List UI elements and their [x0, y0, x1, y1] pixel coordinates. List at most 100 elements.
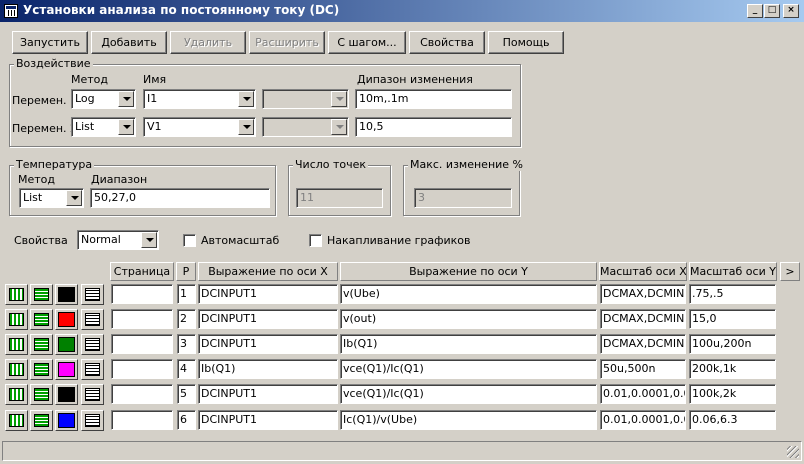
- x-expression-cell[interactable]: Ib(Q1): [198, 359, 338, 379]
- x-grid-toggle-button[interactable]: [5, 334, 28, 355]
- curve-color-button[interactable]: [55, 359, 78, 380]
- curve-color-button[interactable]: [55, 284, 78, 305]
- x-scale-cell[interactable]: DCMAX,DCMIN: [600, 284, 686, 304]
- vertical-grid-icon: [9, 388, 24, 401]
- x-grid-toggle-button[interactable]: [5, 359, 28, 380]
- x-scale-cell[interactable]: 0.01,0.0001,0.00: [600, 410, 686, 430]
- maximize-button[interactable]: □: [764, 4, 780, 18]
- p-cell[interactable]: 5: [177, 384, 196, 404]
- page-cell[interactable]: [111, 384, 173, 404]
- y-expression-cell[interactable]: vce(Q1)/Ic(Q1): [340, 384, 597, 404]
- y-grid-toggle-button[interactable]: [30, 359, 53, 380]
- stepping-button[interactable]: С шагом...: [328, 31, 406, 54]
- curve-color-button[interactable]: [55, 309, 78, 330]
- page-cell[interactable]: [111, 284, 173, 304]
- delete-button[interactable]: Удалить: [170, 31, 246, 54]
- y-grid-toggle-button[interactable]: [30, 309, 53, 330]
- y-expression-cell[interactable]: vce(Q1)/Ic(Q1): [340, 359, 597, 379]
- curve-color-button[interactable]: [55, 410, 78, 431]
- p-cell[interactable]: 3: [177, 334, 196, 354]
- y-scale-cell[interactable]: .75,.5: [689, 284, 776, 304]
- header-y-scale[interactable]: Масштаб оси Y: [689, 262, 777, 281]
- accumulate-checkbox[interactable]: [309, 234, 322, 247]
- y-scale-cell[interactable]: 15,0: [689, 309, 776, 329]
- header-page[interactable]: Страница: [110, 262, 174, 281]
- properties-button[interactable]: Свойства: [409, 31, 485, 54]
- curve-color-button[interactable]: [55, 384, 78, 405]
- y-grid-toggle-button[interactable]: [30, 384, 53, 405]
- properties-select[interactable]: Normal: [77, 230, 159, 250]
- header-y-expression[interactable]: Выражение по оси Y: [340, 262, 597, 281]
- autoscale-checkbox[interactable]: [183, 234, 196, 247]
- x-scale-cell[interactable]: DCMAX,DCMIN: [600, 309, 686, 329]
- variable-2-name-select[interactable]: V1: [143, 117, 256, 137]
- p-cell[interactable]: 2: [177, 309, 196, 329]
- temperature-method-select[interactable]: List: [19, 188, 84, 208]
- help-button[interactable]: Помощь: [488, 31, 564, 54]
- p-cell[interactable]: 6: [177, 410, 196, 430]
- curve-color-button[interactable]: [55, 334, 78, 355]
- page-cell[interactable]: [111, 410, 173, 430]
- chevron-down-icon[interactable]: [118, 119, 134, 135]
- y-scale-cell[interactable]: 100k,2k: [689, 384, 776, 404]
- y-scale-cell[interactable]: 0.06,6.3: [689, 410, 776, 430]
- x-scale-cell[interactable]: 50u,500n: [600, 359, 686, 379]
- x-grid-toggle-button[interactable]: [5, 384, 28, 405]
- table-format-button[interactable]: [81, 359, 104, 380]
- chevron-down-icon[interactable]: [118, 91, 134, 107]
- run-button[interactable]: Запустить: [12, 31, 88, 54]
- page-cell[interactable]: [111, 359, 173, 379]
- y-scale-cell[interactable]: 200k,1k: [689, 359, 776, 379]
- x-expression-cell[interactable]: DCINPUT1: [198, 410, 338, 430]
- sweep-method-header: Метод: [71, 73, 109, 86]
- p-cell[interactable]: 4: [177, 359, 196, 379]
- temperature-range-input[interactable]: 50,27,0: [90, 188, 270, 208]
- y-expression-cell[interactable]: v(out): [340, 309, 597, 329]
- variable-2-method-select[interactable]: List: [71, 117, 136, 137]
- y-grid-toggle-button[interactable]: [30, 410, 53, 431]
- chevron-down-icon[interactable]: [238, 91, 254, 107]
- y-grid-toggle-button[interactable]: [30, 334, 53, 355]
- table-format-button[interactable]: [81, 334, 104, 355]
- variable-1-method-select[interactable]: Log: [71, 89, 136, 109]
- table-format-button[interactable]: [81, 384, 104, 405]
- x-expression-cell[interactable]: DCINPUT1: [198, 284, 338, 304]
- p-cell[interactable]: 1: [177, 284, 196, 304]
- variable-1-range-input[interactable]: 10m,.1m: [355, 89, 512, 109]
- header-x-scale[interactable]: Масштаб оси X: [599, 262, 687, 281]
- x-grid-toggle-button[interactable]: [5, 284, 28, 305]
- header-x-expression[interactable]: Выражение по оси X: [198, 262, 338, 281]
- y-expression-cell[interactable]: Ic(Q1)/v(Ube): [340, 410, 597, 430]
- y-expression-cell[interactable]: Ib(Q1): [340, 334, 597, 354]
- resize-grip-icon[interactable]: [787, 446, 799, 458]
- expand-button[interactable]: Расширить: [249, 31, 325, 54]
- y-expression-cell[interactable]: v(Ube): [340, 284, 597, 304]
- temperature-method-value: List: [23, 191, 43, 204]
- y-scale-cell[interactable]: 100u,200n: [689, 334, 776, 354]
- x-scale-cell[interactable]: DCMAX,DCMIN: [600, 334, 686, 354]
- x-expression-cell[interactable]: DCINPUT1: [198, 309, 338, 329]
- page-cell[interactable]: [111, 334, 173, 354]
- table-format-button[interactable]: [81, 284, 104, 305]
- scroll-right-button[interactable]: >: [780, 262, 800, 281]
- x-grid-toggle-button[interactable]: [5, 309, 28, 330]
- accumulate-label: Накапливание графиков: [327, 234, 471, 247]
- chevron-down-icon[interactable]: [141, 232, 157, 248]
- x-grid-toggle-button[interactable]: [5, 410, 28, 431]
- chevron-down-icon[interactable]: [66, 190, 82, 206]
- table-format-button[interactable]: [81, 309, 104, 330]
- variable-2-range-input[interactable]: 10,5: [355, 117, 512, 137]
- x-expression-cell[interactable]: DCINPUT1: [198, 384, 338, 404]
- table-format-button[interactable]: [81, 410, 104, 431]
- header-p[interactable]: P: [176, 262, 196, 281]
- add-button[interactable]: Добавить: [91, 31, 167, 54]
- x-scale-cell[interactable]: 0.01,0.0001,0.00: [600, 384, 686, 404]
- page-cell[interactable]: [111, 309, 173, 329]
- y-grid-toggle-button[interactable]: [30, 284, 53, 305]
- horizontal-grid-icon: [34, 388, 49, 401]
- close-button[interactable]: ×: [783, 4, 799, 18]
- minimize-button[interactable]: _: [747, 4, 763, 18]
- variable-1-name-select[interactable]: I1: [143, 89, 256, 109]
- x-expression-cell[interactable]: DCINPUT1: [198, 334, 338, 354]
- chevron-down-icon[interactable]: [238, 119, 254, 135]
